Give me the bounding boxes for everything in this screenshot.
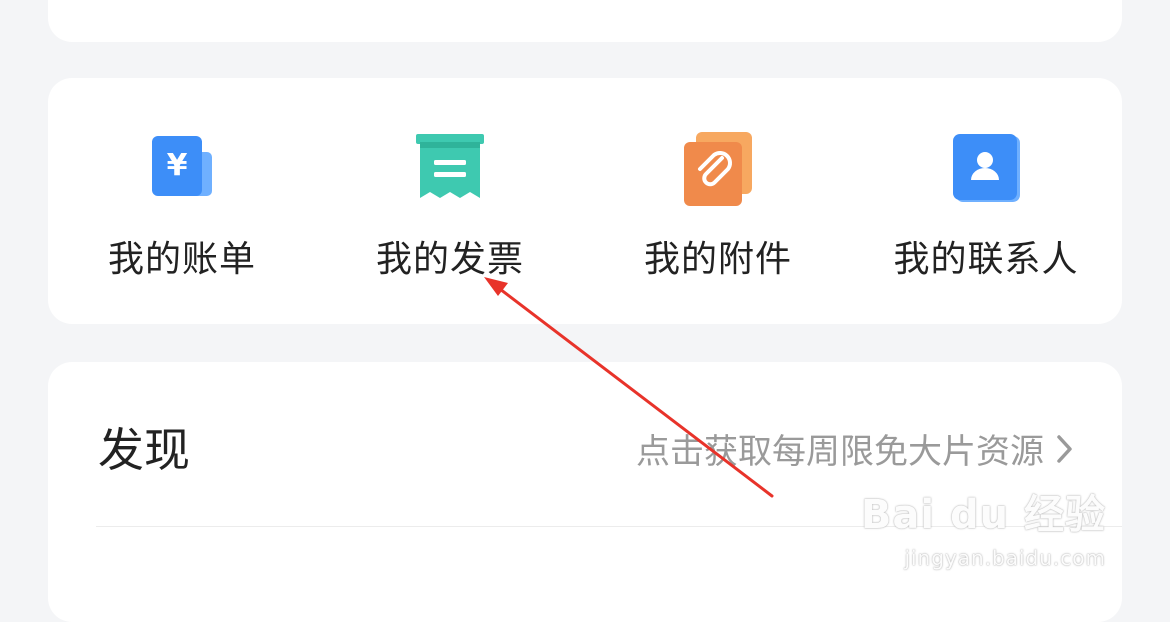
grid-label-my-bills: 我的账单 xyxy=(107,239,256,280)
grid-item-my-invoices[interactable]: 我的发票 xyxy=(316,78,584,324)
grid-item-my-attachments[interactable]: 我的附件 xyxy=(584,78,852,324)
grid-label-my-invoices: 我的发票 xyxy=(375,239,524,280)
baidu-jingyan-watermark: Bai du 经验 jingyan.baidu.com xyxy=(861,482,1106,570)
bill-yen-icon: ¥ xyxy=(152,136,212,196)
grid-label-my-contacts: 我的联系人 xyxy=(893,239,1079,280)
grid-item-my-contacts[interactable]: 我的联系人 xyxy=(852,78,1120,324)
attachment-paperclip-icon xyxy=(684,132,752,206)
svg-text:¥: ¥ xyxy=(167,148,188,183)
watermark-brand: Bai du 经验 xyxy=(860,492,1106,538)
invoice-receipt-icon xyxy=(416,134,484,198)
grid-item-my-bills[interactable]: ¥ 我的账单 xyxy=(48,78,316,324)
chevron-right-icon xyxy=(1057,434,1072,463)
shortcut-grid-card: ¥ 我的账单 我的发票 我的附件 我的联系人 xyxy=(48,78,1122,324)
contact-card-icon xyxy=(953,134,1020,202)
top-card xyxy=(48,0,1122,42)
watermark-url: jingyan.baidu.com xyxy=(904,546,1106,570)
discover-title: 发现 xyxy=(98,423,190,477)
grid-label-my-attachments: 我的附件 xyxy=(643,239,792,280)
discover-link-text: 点击获取每周限免大片资源 xyxy=(636,432,1044,472)
discover-promo-link[interactable]: 点击获取每周限免大片资源 xyxy=(636,424,1076,473)
